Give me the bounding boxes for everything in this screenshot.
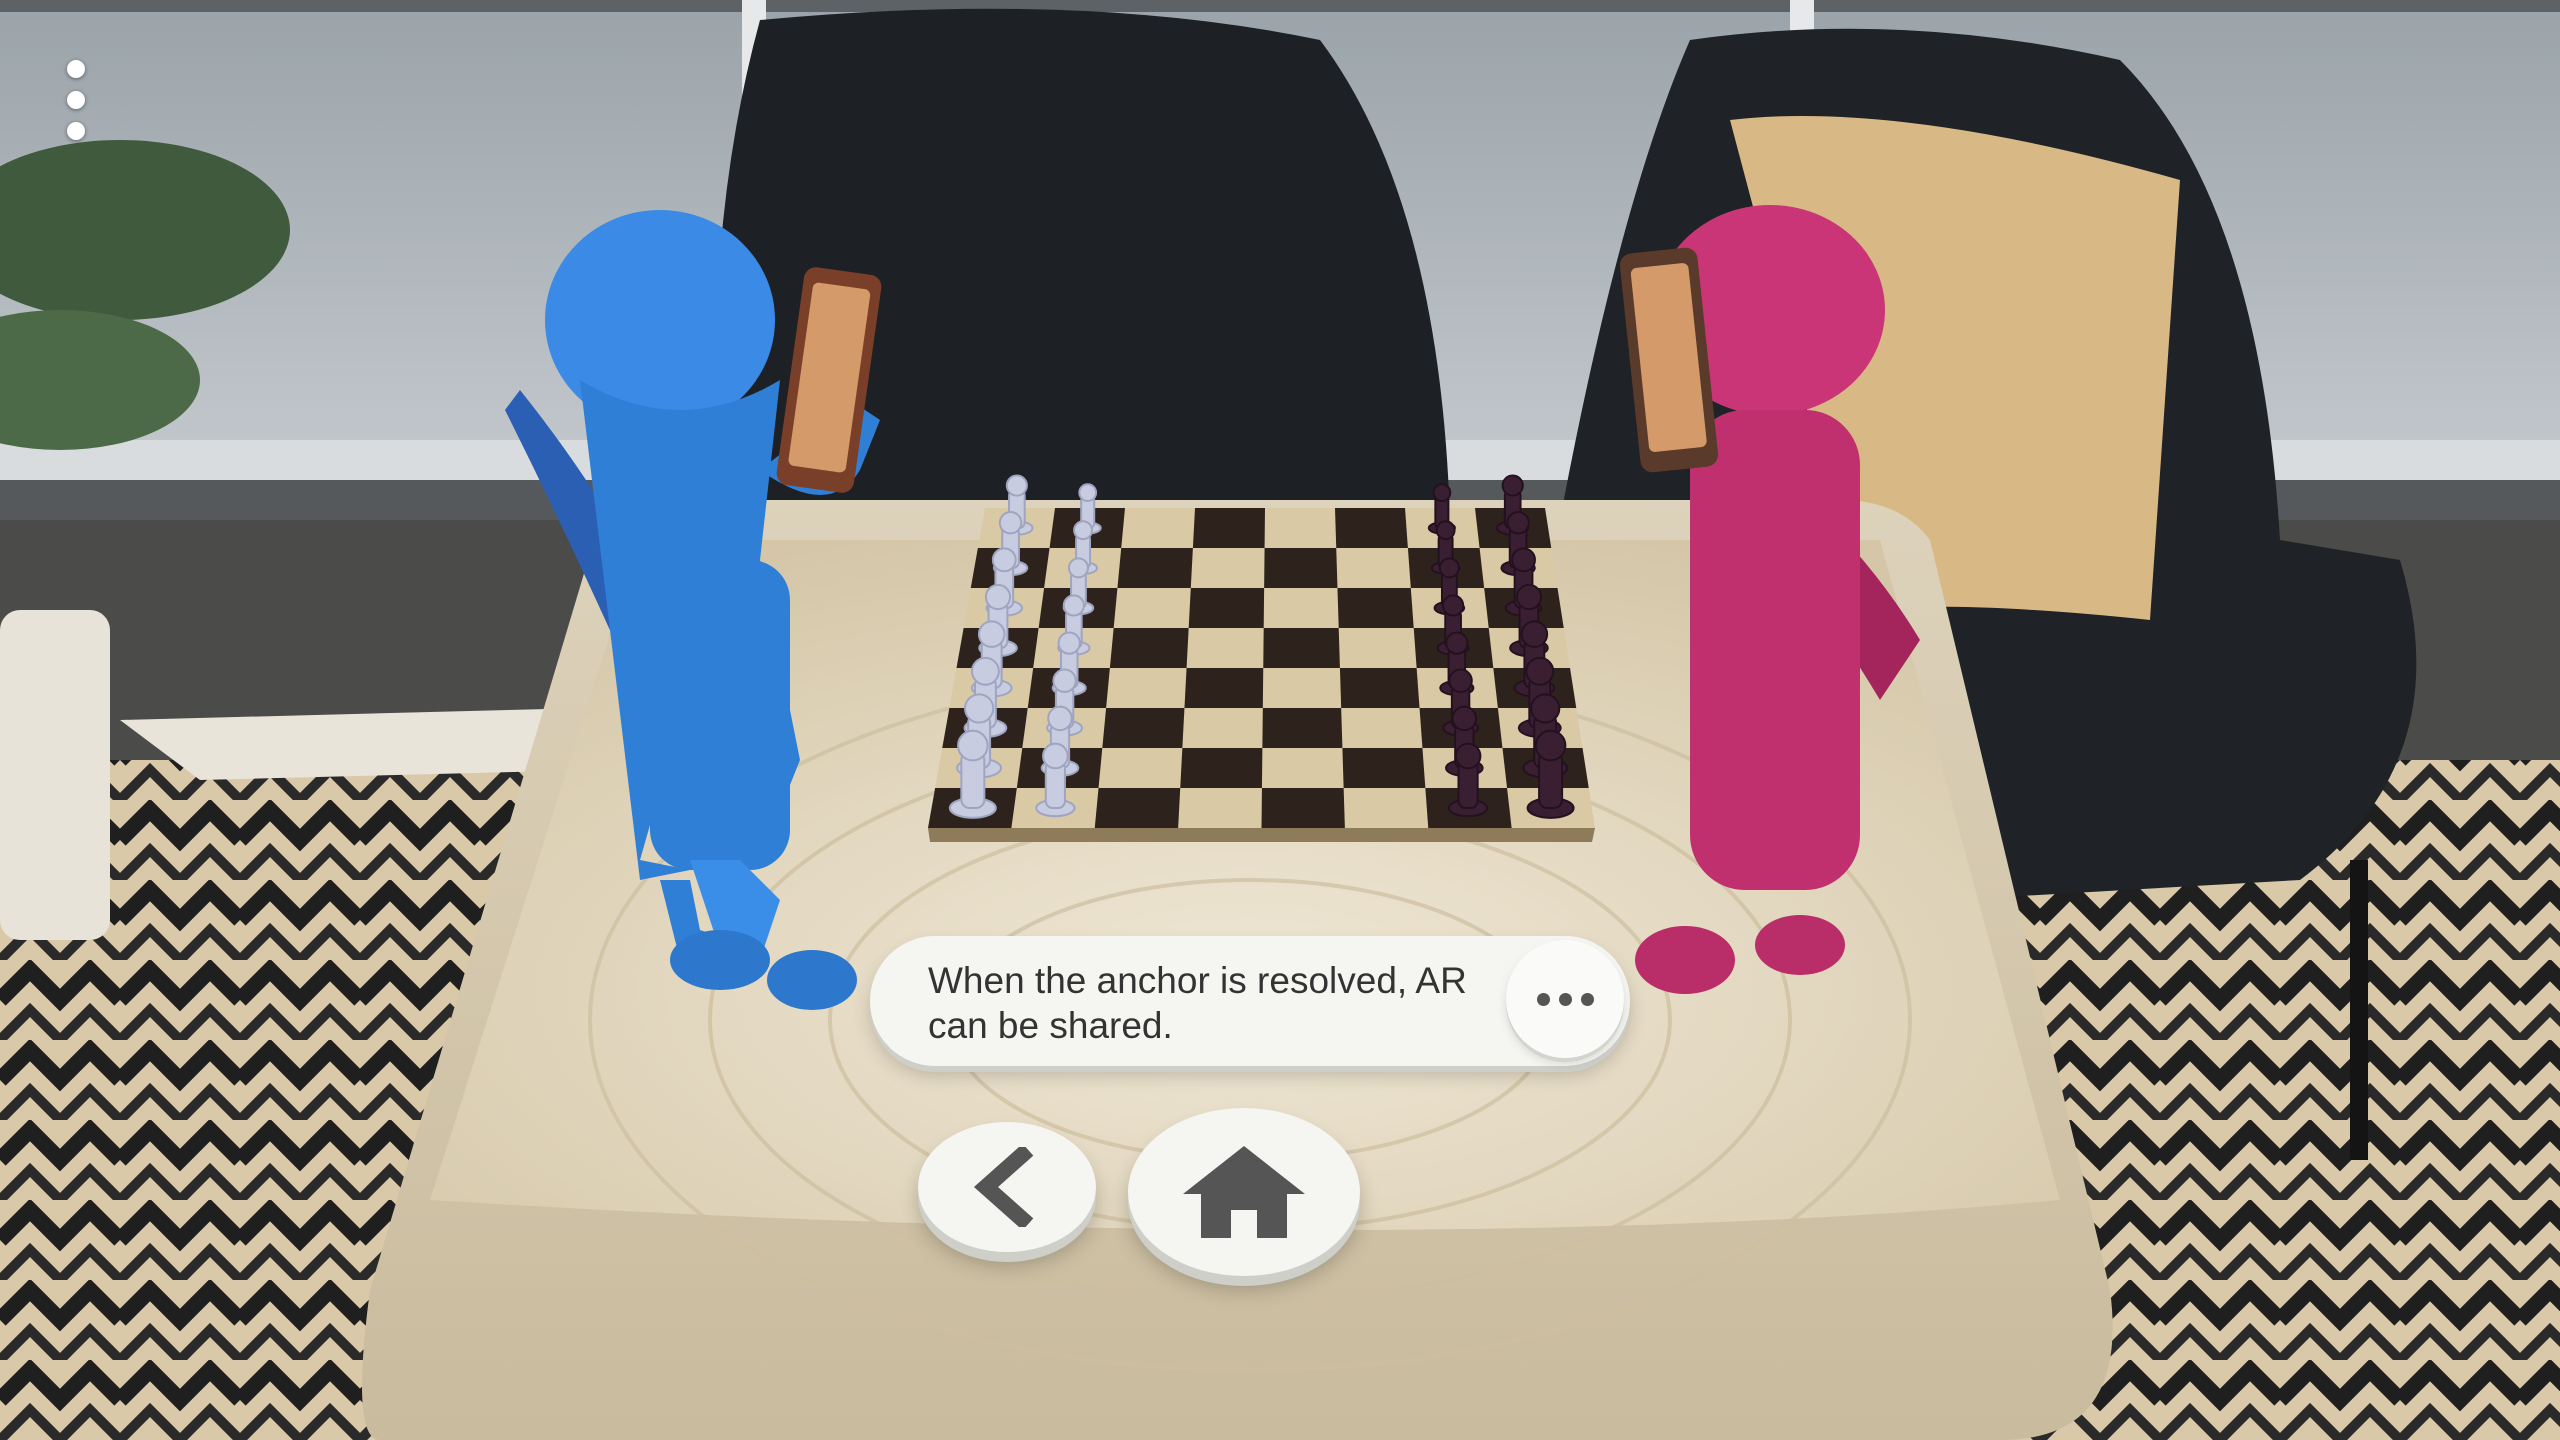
- more-horiz-icon: [1536, 992, 1550, 1006]
- chevron-left-icon: [973, 1147, 1034, 1227]
- home-icon: [1183, 1146, 1305, 1238]
- board-square-dark: [1263, 628, 1340, 668]
- more-horiz-icon-dot: [1558, 992, 1572, 1006]
- more-horiz-icon-dot: [1580, 992, 1594, 1006]
- board-square-dark: [1188, 588, 1265, 628]
- board-square-dark: [1184, 668, 1264, 708]
- board-square-dark: [1342, 748, 1426, 788]
- overflow-menu-button[interactable]: [56, 60, 96, 140]
- more-vert-icon: [67, 60, 85, 78]
- board-square-dark: [1192, 508, 1265, 548]
- home-button[interactable]: [1128, 1108, 1360, 1276]
- instruction-text: When the anchor is resolved, AR can be s…: [928, 960, 1467, 1046]
- board-square-dark: [1262, 708, 1343, 748]
- board-square-dark: [1335, 508, 1408, 548]
- board-square-dark: [1102, 708, 1185, 748]
- board-square-dark: [1337, 588, 1414, 628]
- chess-board: [928, 508, 1595, 842]
- board-square-dark: [1094, 788, 1181, 828]
- board-square-dark: [1339, 668, 1420, 708]
- instruction-bubble: When the anchor is resolved, AR can be s…: [870, 936, 1630, 1066]
- board-square-dark: [1117, 548, 1193, 588]
- board-square-dark: [1261, 788, 1345, 828]
- board-square-dark: [1109, 628, 1189, 668]
- back-button[interactable]: [918, 1122, 1096, 1252]
- board-square-dark: [1264, 548, 1338, 588]
- ar-scene: When the anchor is resolved, AR can be s…: [0, 0, 2560, 1440]
- more-button[interactable]: [1506, 940, 1624, 1058]
- more-vert-icon-dot: [67, 91, 85, 109]
- more-vert-icon-dot: [67, 122, 85, 140]
- board-square-dark: [1180, 748, 1263, 788]
